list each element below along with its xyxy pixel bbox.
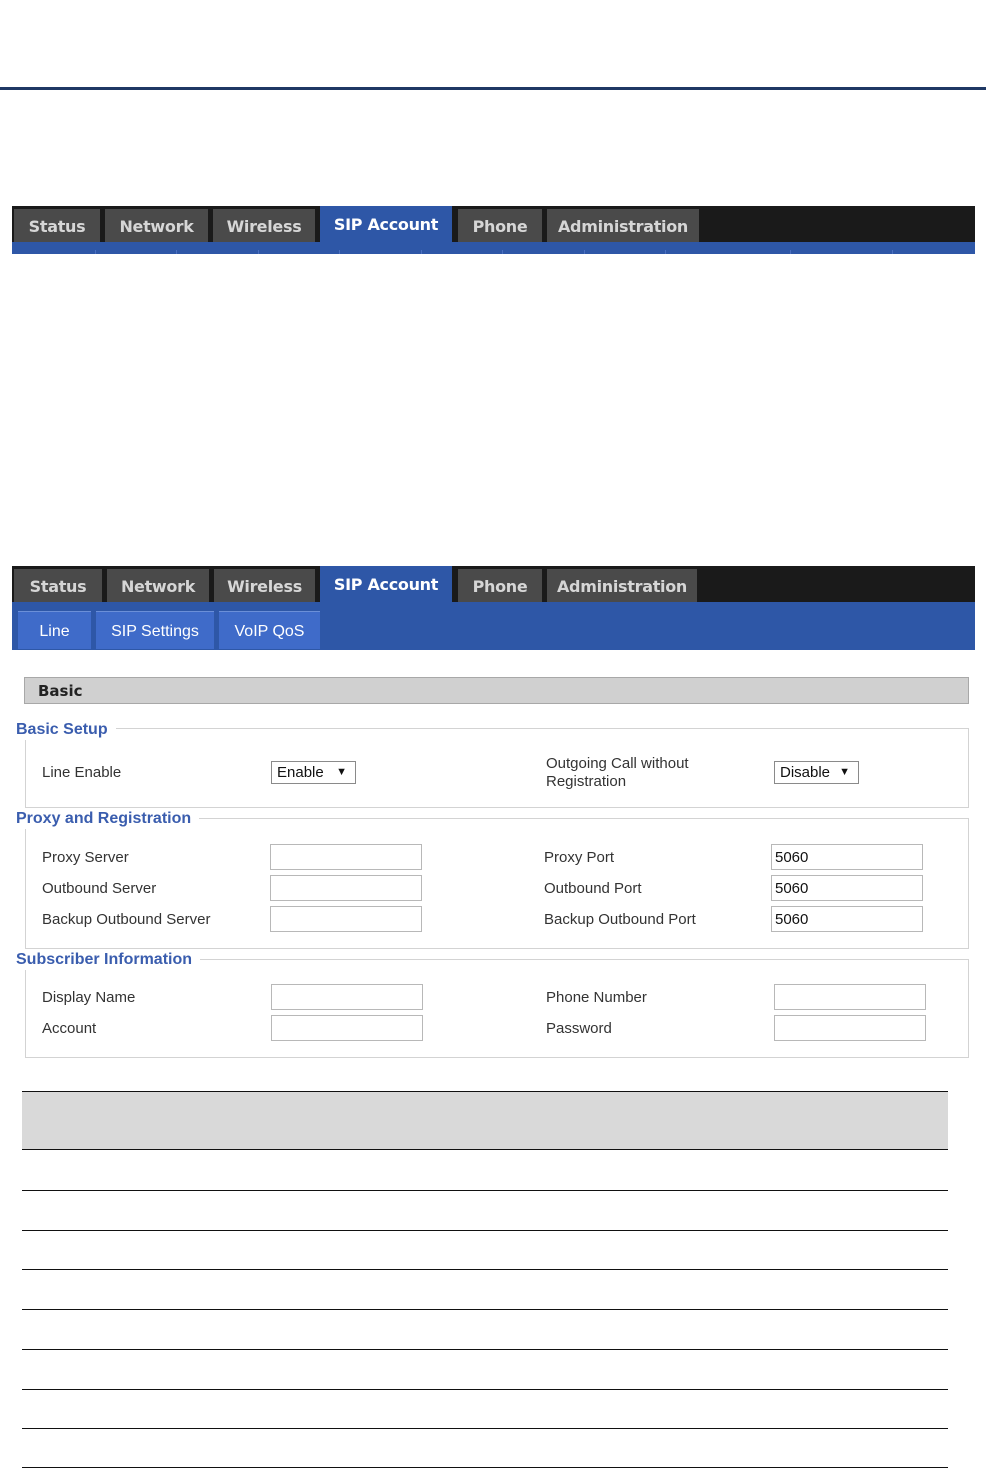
outgoing-call-select[interactable]: Disable ▼ — [774, 761, 859, 784]
table-row — [22, 1349, 948, 1350]
backup-outbound-server-input[interactable] — [270, 906, 422, 932]
outbound-port-input[interactable] — [771, 875, 923, 901]
account-label: Account — [42, 1020, 97, 1037]
dropdown-arrow-icon: ▼ — [839, 766, 850, 778]
phone-number-input[interactable] — [774, 984, 926, 1010]
outbound-server-input[interactable] — [270, 875, 422, 901]
proxy-server-input[interactable] — [270, 844, 422, 870]
backup-outbound-port-label: Backup Outbound Port — [544, 911, 696, 928]
strip-divider — [95, 250, 96, 254]
line-enable-label: Line Enable — [42, 764, 122, 781]
display-name-input[interactable] — [271, 984, 423, 1010]
strip-divider — [584, 250, 585, 254]
strip-divider — [421, 250, 422, 254]
outbound-server-label: Outbound Server — [42, 880, 157, 897]
tab-status[interactable]: Status — [14, 569, 102, 602]
tab-wireless[interactable]: Wireless — [214, 569, 315, 602]
line-enable-select[interactable]: Enable ▼ — [271, 761, 356, 784]
proxy-server-label: Proxy Server — [42, 849, 129, 866]
strip-divider — [339, 250, 340, 254]
strip-divider — [892, 250, 893, 254]
sub-nav: Line SIP Settings VoIP QoS — [12, 602, 975, 650]
subtab-line[interactable]: Line — [18, 611, 91, 649]
header-rule — [0, 87, 986, 90]
display-name-label: Display Name — [42, 989, 136, 1006]
tab-administration-preview[interactable]: Administration — [547, 209, 699, 242]
table-row — [22, 1389, 948, 1390]
table-row — [22, 1428, 948, 1429]
subscriber-info-legend: Subscriber Information — [16, 950, 201, 970]
password-input[interactable] — [774, 1015, 926, 1041]
strip-divider — [176, 250, 177, 254]
backup-outbound-port-input[interactable] — [771, 906, 923, 932]
proxy-port-label: Proxy Port — [544, 849, 615, 866]
tab-wireless-preview[interactable]: Wireless — [213, 209, 315, 242]
dropdown-arrow-icon: ▼ — [336, 766, 347, 778]
outgoing-call-label-line1: Outgoing Call without — [546, 755, 689, 772]
tab-network-preview[interactable]: Network — [105, 209, 208, 242]
table-row — [22, 1190, 948, 1191]
table-row — [22, 1269, 948, 1270]
tab-sip-account-preview[interactable]: SIP Account — [320, 206, 452, 242]
tab-administration[interactable]: Administration — [547, 569, 697, 602]
top-nav-preview: Status Network Wireless SIP Account Phon… — [12, 206, 975, 242]
tab-phone[interactable]: Phone — [458, 569, 542, 602]
line-enable-value: Enable — [277, 764, 324, 781]
section-title: Basic — [24, 677, 969, 704]
subtab-sip-settings[interactable]: SIP Settings — [96, 611, 214, 649]
outgoing-call-label: Outgoing Call without Registration — [546, 755, 689, 791]
tab-phone-preview[interactable]: Phone — [458, 209, 542, 242]
basic-setup-legend: Basic Setup — [16, 720, 116, 740]
strip-divider — [258, 250, 259, 254]
tab-status-preview[interactable]: Status — [14, 209, 100, 242]
account-input[interactable] — [271, 1015, 423, 1041]
proxy-port-input[interactable] — [771, 844, 923, 870]
outgoing-call-value: Disable — [780, 764, 831, 781]
backup-outbound-server-label: Backup Outbound Server — [42, 911, 211, 928]
outbound-port-label: Outbound Port — [544, 880, 642, 897]
strip-divider — [790, 250, 791, 254]
subnav-preview-strip — [12, 242, 975, 254]
strip-divider — [502, 250, 503, 254]
table-row — [22, 1230, 948, 1231]
password-label: Password — [546, 1020, 612, 1037]
tab-sip-account[interactable]: SIP Account — [320, 566, 452, 602]
tab-network[interactable]: Network — [107, 569, 209, 602]
outgoing-call-label-line2: Registration — [546, 773, 627, 790]
table-row — [22, 1309, 948, 1310]
table-header — [22, 1091, 948, 1150]
proxy-registration-legend: Proxy and Registration — [16, 809, 200, 829]
subtab-voip-qos[interactable]: VoIP QoS — [219, 611, 320, 649]
main-nav: Status Network Wireless SIP Account Phon… — [12, 566, 975, 602]
phone-number-label: Phone Number — [546, 989, 647, 1006]
strip-divider — [665, 250, 666, 254]
table-row — [22, 1467, 948, 1468]
